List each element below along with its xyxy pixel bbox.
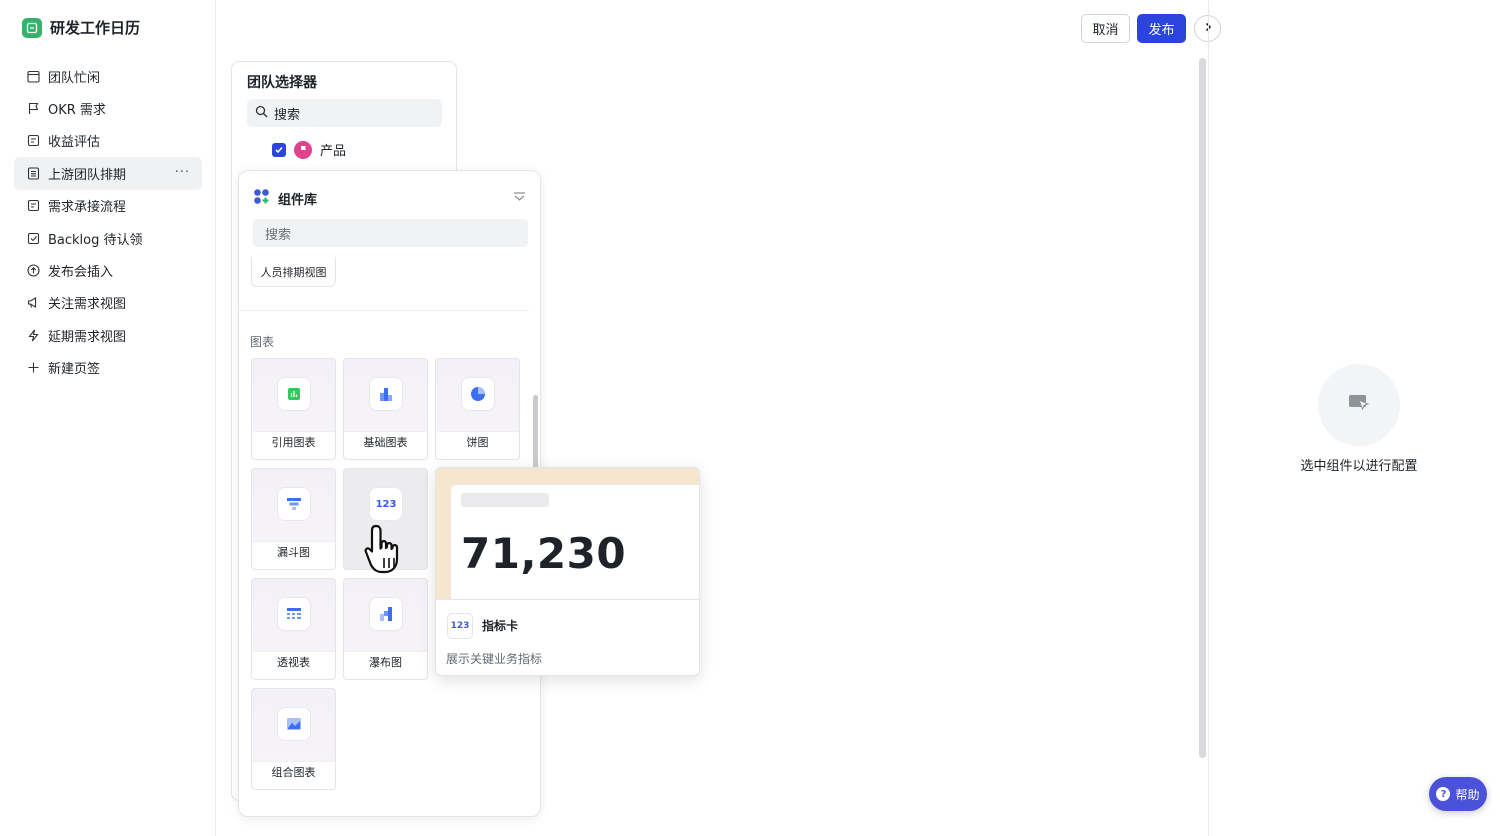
preview-placeholder-bar (461, 493, 549, 507)
team-search-input[interactable]: 搜索 (247, 99, 442, 127)
checkbox-icon (26, 231, 40, 245)
combo-chart-icon (277, 707, 311, 741)
component-tile-funnel-chart[interactable]: 漏斗图 (251, 468, 336, 570)
component-search-input[interactable]: 搜索 (253, 219, 528, 247)
more-options-icon[interactable]: ··· (175, 165, 190, 180)
sidebar-item-label: 需求承接流程 (48, 200, 127, 216)
sidebar-nav: 团队忙闲 OKR 需求 收益评估 上游团队排期 ··· 需求承接流程 Backl… (14, 60, 202, 384)
sidebar-item-upstream-schedule[interactable]: 上游团队排期 ··· (14, 157, 202, 190)
sidebar-item-label: 关注需求视图 (48, 297, 127, 313)
component-tile-waterfall-chart[interactable]: 瀑布图 (343, 578, 428, 680)
sidebar-item-label: Backlog 待认领 (48, 232, 143, 248)
app-title: 研发工作日历 (50, 19, 141, 37)
section-label-charts: 图表 (250, 335, 275, 349)
preview-metric-value: 71,230 (461, 529, 627, 578)
team-item[interactable]: 产品 (272, 140, 346, 159)
funnel-chart-icon (277, 487, 311, 521)
select-cursor-icon (1348, 394, 1370, 416)
sidebar-item-delayed-demands[interactable]: 延期需求视图 (14, 319, 202, 351)
sidebar-item-okr[interactable]: OKR 需求 (14, 92, 202, 124)
tile-label: 透视表 (277, 656, 310, 669)
sidebar-item-launch-insert[interactable]: 发布会插入 (14, 254, 202, 286)
sidebar-item-demand-flow[interactable]: 需求承接流程 (14, 190, 202, 222)
panel-divider (1208, 0, 1209, 836)
component-tile-combo-chart[interactable]: 组合图表 (251, 688, 336, 790)
team-avatar-icon (294, 140, 312, 159)
metric-card-icon: 123 (447, 613, 473, 639)
component-tile-basic-chart[interactable]: 基础图表 (343, 358, 428, 460)
sidebar-item-label: OKR 需求 (48, 103, 106, 119)
upload-circle-icon (26, 264, 40, 278)
team-selector-title: 团队选择器 (247, 75, 317, 91)
publish-button[interactable]: 发布 (1137, 14, 1186, 43)
tile-label: 饼图 (466, 436, 489, 449)
pivot-table-icon (277, 597, 311, 631)
preview-component-name: 指标卡 (482, 619, 519, 633)
search-icon (255, 105, 268, 122)
document-icon (26, 199, 40, 213)
waterfall-chart-icon (369, 597, 403, 631)
canvas-scrollbar[interactable] (1199, 58, 1206, 758)
sidebar-item-backlog[interactable]: Backlog 待认领 (14, 222, 202, 254)
app-header: 研发工作日历 (22, 17, 140, 38)
component-chip-staff-schedule[interactable]: 人员排期视图 (251, 257, 336, 287)
tile-label: 组合图表 (271, 766, 316, 779)
component-library-title: 组件库 (278, 193, 318, 208)
tile-label: 漏斗图 (277, 546, 310, 559)
sidebar-item-new-tab[interactable]: 新建页签 (14, 352, 202, 384)
library-scrollbar[interactable] (533, 395, 538, 470)
tile-label: 引用图表 (271, 436, 316, 449)
reference-chart-icon (277, 377, 311, 411)
metric-card-icon-text: 123 (375, 498, 397, 510)
megaphone-icon (26, 296, 40, 310)
component-library-icon (253, 188, 270, 209)
help-label: 帮助 (1455, 787, 1480, 802)
component-tile-reference-chart[interactable]: 引用图表 (251, 358, 336, 460)
sidebar: 研发工作日历 团队忙闲 OKR 需求 收益评估 上游团队排期 ··· 需求承接流… (0, 0, 216, 836)
collapse-icon[interactable] (513, 191, 526, 206)
sidebar-item-followed-demands[interactable]: 关注需求视图 (14, 287, 202, 319)
sidebar-item-label: 延期需求视图 (48, 329, 127, 345)
team-item-label: 产品 (320, 144, 347, 159)
sidebar-item-label: 发布会插入 (48, 265, 114, 281)
help-button[interactable]: ? 帮助 (1429, 777, 1487, 811)
sidebar-item-label: 新建页签 (48, 362, 101, 378)
app-logo-icon (22, 17, 42, 38)
preview-inner-card: 71,230 (450, 484, 699, 600)
sidebar-item-label: 收益评估 (48, 135, 101, 151)
empty-state-illustration (1318, 364, 1400, 446)
cancel-button[interactable]: 取消 (1081, 14, 1130, 43)
preview-thumbnail: 71,230 (436, 468, 699, 600)
document-icon (26, 134, 40, 148)
checked-checkbox-icon[interactable] (272, 142, 286, 157)
tile-label: 基础图表 (363, 436, 408, 449)
preview-footer: 123 指标卡 展示关键业务指标 (436, 599, 699, 675)
flag-icon (26, 102, 40, 116)
hand-cursor-icon (364, 522, 414, 582)
sidebar-item-benefit-evaluation[interactable]: 收益评估 (14, 125, 202, 157)
team-search-placeholder: 搜索 (274, 107, 301, 123)
sidebar-item-label: 团队忙闲 (48, 70, 101, 86)
component-tile-pie-chart[interactable]: 饼图 (435, 358, 520, 460)
component-tile-pivot-table[interactable]: 透视表 (251, 578, 336, 680)
empty-state-text: 选中组件以进行配置 (1300, 459, 1418, 474)
preview-component-description: 展示关键业务指标 (446, 652, 543, 666)
calendar-icon (26, 69, 40, 83)
bar-chart-icon (369, 377, 403, 411)
pie-chart-icon (461, 377, 495, 411)
metric-card-icon: 123 (369, 487, 403, 521)
plus-icon (26, 361, 40, 375)
component-library-header: 组件库 (253, 188, 317, 209)
sidebar-item-label: 上游团队排期 (48, 167, 127, 183)
list-icon (26, 166, 40, 180)
section-divider (239, 310, 529, 311)
lightning-icon (26, 328, 40, 342)
question-icon: ? (1436, 787, 1451, 801)
metric-card-preview: 71,230 123 指标卡 展示关键业务指标 (435, 467, 700, 676)
sidebar-item-team-availability[interactable]: 团队忙闲 (14, 60, 202, 92)
tile-label: 瀑布图 (369, 656, 402, 669)
